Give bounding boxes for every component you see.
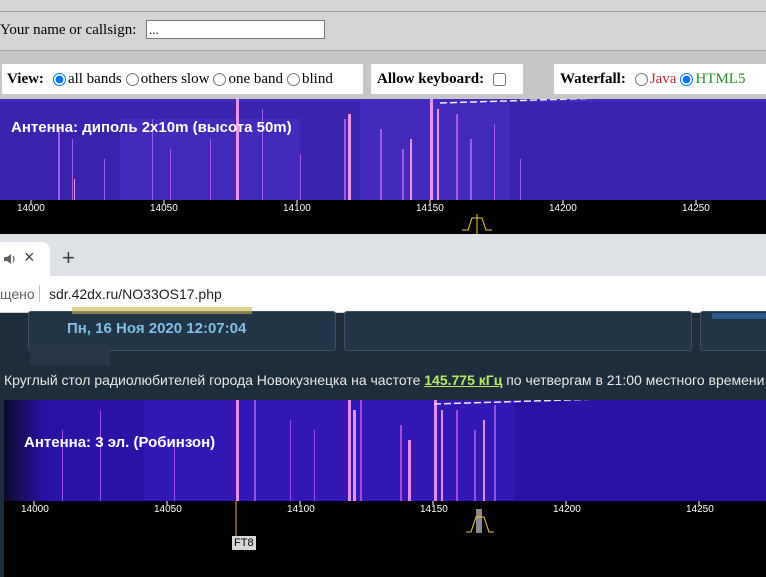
announcement-text: Круглый стол радиолюбителей города Новок… xyxy=(4,372,425,388)
tick-label: 14250 xyxy=(682,203,710,214)
tick-label: 14000 xyxy=(17,203,45,214)
announcement: Круглый стол радиолюбителей города Новок… xyxy=(4,372,764,388)
site-content: Пн, 16 Ноя 2020 12:07:04 Круглый стол ра… xyxy=(0,307,766,577)
view-radio-all-bands[interactable] xyxy=(52,72,66,86)
security-indicator[interactable]: щено xyxy=(0,286,35,302)
view-option-label: others slow xyxy=(140,70,210,87)
scale-ticks-top xyxy=(30,200,697,234)
view-radio-blind[interactable] xyxy=(287,72,301,86)
waterfall-top-image xyxy=(0,99,766,200)
announcement-text: по четвергам в 21:00 местного времени xyxy=(502,372,765,388)
tab-close-icon[interactable]: × xyxy=(24,247,35,268)
frequency-scale-top[interactable]: 14000 14050 14100 14150 14200 14250 xyxy=(0,200,766,234)
clipped-heading xyxy=(72,307,252,314)
view-radio-one-band[interactable] xyxy=(213,72,227,86)
antenna-label-top: Антенна: диполь 2x10m (высота 50m) xyxy=(11,119,292,136)
view-radio-others-slow[interactable] xyxy=(125,72,139,86)
card-accent xyxy=(712,313,766,319)
callsign-input[interactable] xyxy=(146,20,325,39)
tick-label: 14150 xyxy=(420,504,448,515)
tick-label: 14050 xyxy=(154,504,182,515)
scale-ticks-bottom xyxy=(33,501,700,543)
waterfall-panel: Waterfall: Java HTML5 xyxy=(554,64,766,94)
browser-tab-strip xyxy=(0,234,766,276)
waterfall-radio-java[interactable] xyxy=(634,72,648,86)
waterfall-bottom[interactable]: Антенна: 3 эл. (Робинзон) xyxy=(4,400,766,501)
speaker-icon[interactable] xyxy=(3,252,17,266)
waterfall-top[interactable]: Антенна: диполь 2x10m (высота 50m) xyxy=(0,99,766,200)
tick-label: 14100 xyxy=(287,504,315,515)
name-label: Your name or callsign: xyxy=(0,22,137,38)
tick-label: 14250 xyxy=(686,504,714,515)
name-bar: Your name or callsign: xyxy=(0,12,766,51)
view-label: View: xyxy=(7,70,44,87)
view-option-label: one band xyxy=(228,70,284,87)
date-time: Пн, 16 Ноя 2020 12:07:04 xyxy=(67,320,247,337)
view-panel: View: all bands others slow one band bli… xyxy=(2,64,363,94)
waterfall-option-html5: HTML5 xyxy=(695,70,746,87)
waterfall-radio-html5[interactable] xyxy=(680,72,694,86)
frequency-scale-bottom[interactable]: 14000 14050 14100 14150 14200 14250 FT8 xyxy=(4,501,766,577)
tick-label: 14000 xyxy=(21,504,49,515)
allow-keyboard-checkbox[interactable] xyxy=(493,72,507,86)
tick-label: 14100 xyxy=(283,203,311,214)
waterfall-option-java: Java xyxy=(649,70,677,87)
ft8-marker[interactable]: FT8 xyxy=(232,536,256,550)
tick-label: 14150 xyxy=(416,203,444,214)
tick-label: 14200 xyxy=(553,504,581,515)
view-option-label: all bands xyxy=(67,70,122,87)
info-card xyxy=(344,311,692,351)
card-shadow xyxy=(30,344,110,366)
keyboard-panel: Allow keyboard: xyxy=(371,64,523,94)
url-text[interactable]: sdr.42dx.ru/NO33OS17.php xyxy=(49,286,222,302)
frequency-link[interactable]: 145.775 кГц xyxy=(424,372,502,388)
keyboard-label: Allow keyboard: xyxy=(377,70,485,87)
browser-tab[interactable]: × xyxy=(0,242,50,276)
antenna-label-bottom: Антенна: 3 эл. (Робинзон) xyxy=(24,434,216,451)
top-edge xyxy=(0,0,766,12)
view-row: View: all bands others slow one band bli… xyxy=(0,51,766,98)
waterfall-label: Waterfall: xyxy=(560,70,626,87)
view-option-label: blind xyxy=(302,70,333,87)
new-tab-icon[interactable]: + xyxy=(62,245,75,271)
tick-label: 14050 xyxy=(150,203,178,214)
tick-label: 14200 xyxy=(549,203,577,214)
address-divider xyxy=(39,285,40,302)
